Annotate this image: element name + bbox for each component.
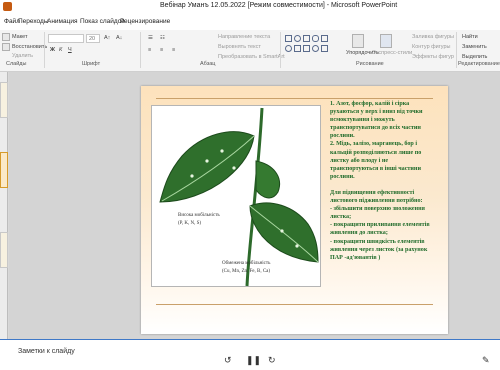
- text-line: листка;: [330, 214, 352, 221]
- quick-styles-button[interactable]: Экспресс-стили: [372, 50, 412, 56]
- shape-fill-button[interactable]: Заливка фигуры: [412, 34, 454, 40]
- pen-icon[interactable]: ✎: [482, 355, 490, 366]
- text-line: Для підвищення ефективності: [330, 189, 415, 196]
- text-line: листового підживлення потрібно:: [330, 198, 423, 205]
- caption-high-mobility: Висока мобільність: [178, 213, 220, 218]
- divider: [140, 32, 141, 68]
- ribbon: Макет Восстановить Удалить Слайды 20 Ж К…: [0, 30, 500, 72]
- divider: [44, 32, 45, 68]
- shape-oval-icon[interactable]: [294, 35, 301, 42]
- shape-rectangle-icon[interactable]: [303, 45, 310, 52]
- text-line: транспортуватися до всіх частин: [330, 125, 421, 132]
- restore-button[interactable]: Восстановить: [12, 44, 47, 50]
- group-slides: Слайды: [6, 61, 27, 67]
- text-line: живлення через листок (за рахунок: [330, 246, 428, 253]
- bold-button[interactable]: Ж: [50, 47, 55, 53]
- grow-font-icon[interactable]: A↑: [104, 35, 110, 41]
- window-title: Вебінар Уманъ 12.05.2022 [Режим совмести…: [160, 2, 398, 9]
- tab-review[interactable]: Рецензирование: [120, 18, 170, 25]
- shape-rectangle-icon[interactable]: [303, 35, 310, 42]
- slide-bottom-rule: [156, 304, 433, 305]
- text-line: - покращити швидкість елементів: [330, 238, 425, 245]
- rewind-icon[interactable]: ↺: [224, 355, 232, 366]
- plant-leaf-picture[interactable]: Висока мобільність (P, K, N, S) Обмежена…: [151, 105, 321, 287]
- shrink-font-icon[interactable]: A↓: [116, 35, 122, 41]
- forward-icon[interactable]: ↻: [268, 355, 276, 366]
- shape-oval-icon[interactable]: [312, 45, 319, 52]
- align-left-icon[interactable]: ≡: [148, 47, 151, 53]
- text-line: транспортуються в інші частини: [330, 165, 421, 172]
- align-center-icon[interactable]: ≡: [160, 47, 163, 53]
- slide-text-box[interactable]: 1. Азот, фосфор, калій і сірка рухаються…: [330, 100, 446, 262]
- text-line: 1. Азот, фосфор, калій і сірка: [330, 101, 410, 107]
- numbering-icon[interactable]: ☷: [160, 35, 165, 41]
- delete-button[interactable]: Удалить: [12, 53, 33, 59]
- underline-button[interactable]: Ч: [68, 47, 72, 53]
- font-size-value: 20: [89, 36, 96, 42]
- caption-high-elements: (P, K, N, S): [178, 221, 202, 226]
- tab-transitions[interactable]: Переходы: [18, 18, 49, 25]
- align-text-button[interactable]: Выровнять текст: [218, 44, 261, 50]
- shape-rectangle-icon[interactable]: [321, 45, 328, 52]
- text-line: рослини.: [330, 173, 355, 180]
- layout-button[interactable]: Макет: [12, 34, 28, 40]
- slide-thumbnail-active[interactable]: [0, 152, 8, 188]
- group-font: Шрифт: [82, 61, 101, 67]
- powerpoint-logo-icon: [3, 2, 12, 11]
- group-editing: Редактирование: [458, 61, 500, 67]
- align-right-icon[interactable]: ≡: [172, 47, 175, 53]
- text-line: всмоктування і можуть: [330, 117, 395, 124]
- text-line: листку або плоду і не: [330, 157, 389, 164]
- font-size-input[interactable]: 20: [86, 34, 100, 43]
- slide-thumbnail[interactable]: [0, 232, 8, 268]
- tab-slideshow[interactable]: Показ слайдов: [80, 18, 125, 25]
- shape-rectangle-icon[interactable]: [294, 45, 301, 52]
- quick-styles-icon: [380, 34, 392, 48]
- divider: [456, 32, 457, 68]
- find-button[interactable]: Найти: [462, 34, 478, 40]
- slides-panel[interactable]: [0, 72, 8, 340]
- shape-outline-button[interactable]: Контур фигуры: [412, 44, 450, 50]
- smartart-button[interactable]: Преобразовать в SmartArt: [218, 54, 285, 60]
- shape-rectangle-icon[interactable]: [285, 35, 292, 42]
- caption-low-mobility: Обмежена мобільність: [222, 261, 271, 266]
- shapes-gallery[interactable]: [283, 33, 345, 59]
- replace-button[interactable]: Заменить: [462, 44, 487, 50]
- slide-top-rule: [156, 98, 433, 99]
- text-line: живлення до листка;: [330, 230, 388, 237]
- group-paragraph: Абзац: [200, 61, 216, 67]
- text-line: кальцій розподіляються лише по: [330, 149, 422, 156]
- select-button[interactable]: Выделить: [462, 54, 487, 60]
- restore-icon: [2, 43, 10, 51]
- group-drawing: Рисование: [356, 61, 384, 67]
- text-line: рослини.: [330, 133, 355, 140]
- shape-rectangle-icon[interactable]: [321, 35, 328, 42]
- arrange-icon: [352, 34, 364, 48]
- text-line: ПАР -ад'ювантів ): [330, 254, 381, 261]
- italic-button[interactable]: К: [59, 47, 62, 53]
- text-direction-button[interactable]: Направление текста: [218, 34, 270, 40]
- shape-rounded-icon[interactable]: [312, 35, 319, 42]
- ribbon-tabs: Файл Переходы Анимация Показ слайдов Рец…: [0, 14, 500, 30]
- text-line: - збільшити поверхню зволоження: [330, 206, 425, 213]
- pause-icon[interactable]: ❚❚: [246, 355, 261, 366]
- shape-effects-button[interactable]: Эффекты фигур: [412, 54, 454, 60]
- slide-thumbnail[interactable]: [0, 82, 8, 118]
- title-bar: Вебінар Уманъ 12.05.2022 [Режим совмести…: [0, 0, 500, 14]
- text-line: рухаються у верх і вниз від точки: [330, 109, 423, 116]
- bullets-icon[interactable]: ☰: [148, 35, 153, 41]
- divider: [280, 32, 281, 68]
- font-name-input[interactable]: [48, 34, 84, 43]
- caption-low-elements: (Cu, Mn, Zn, Fe, B, Ca): [222, 269, 271, 274]
- layout-icon: [2, 33, 10, 41]
- shape-oval-icon[interactable]: [285, 45, 292, 52]
- notes-label[interactable]: Заметки к слайду: [18, 348, 75, 355]
- text-line: 2. Мідь, залізо, марганець, бор і: [330, 141, 418, 148]
- text-line: - покращити прилипання елементів: [330, 222, 430, 229]
- tab-animation[interactable]: Анимация: [47, 18, 78, 25]
